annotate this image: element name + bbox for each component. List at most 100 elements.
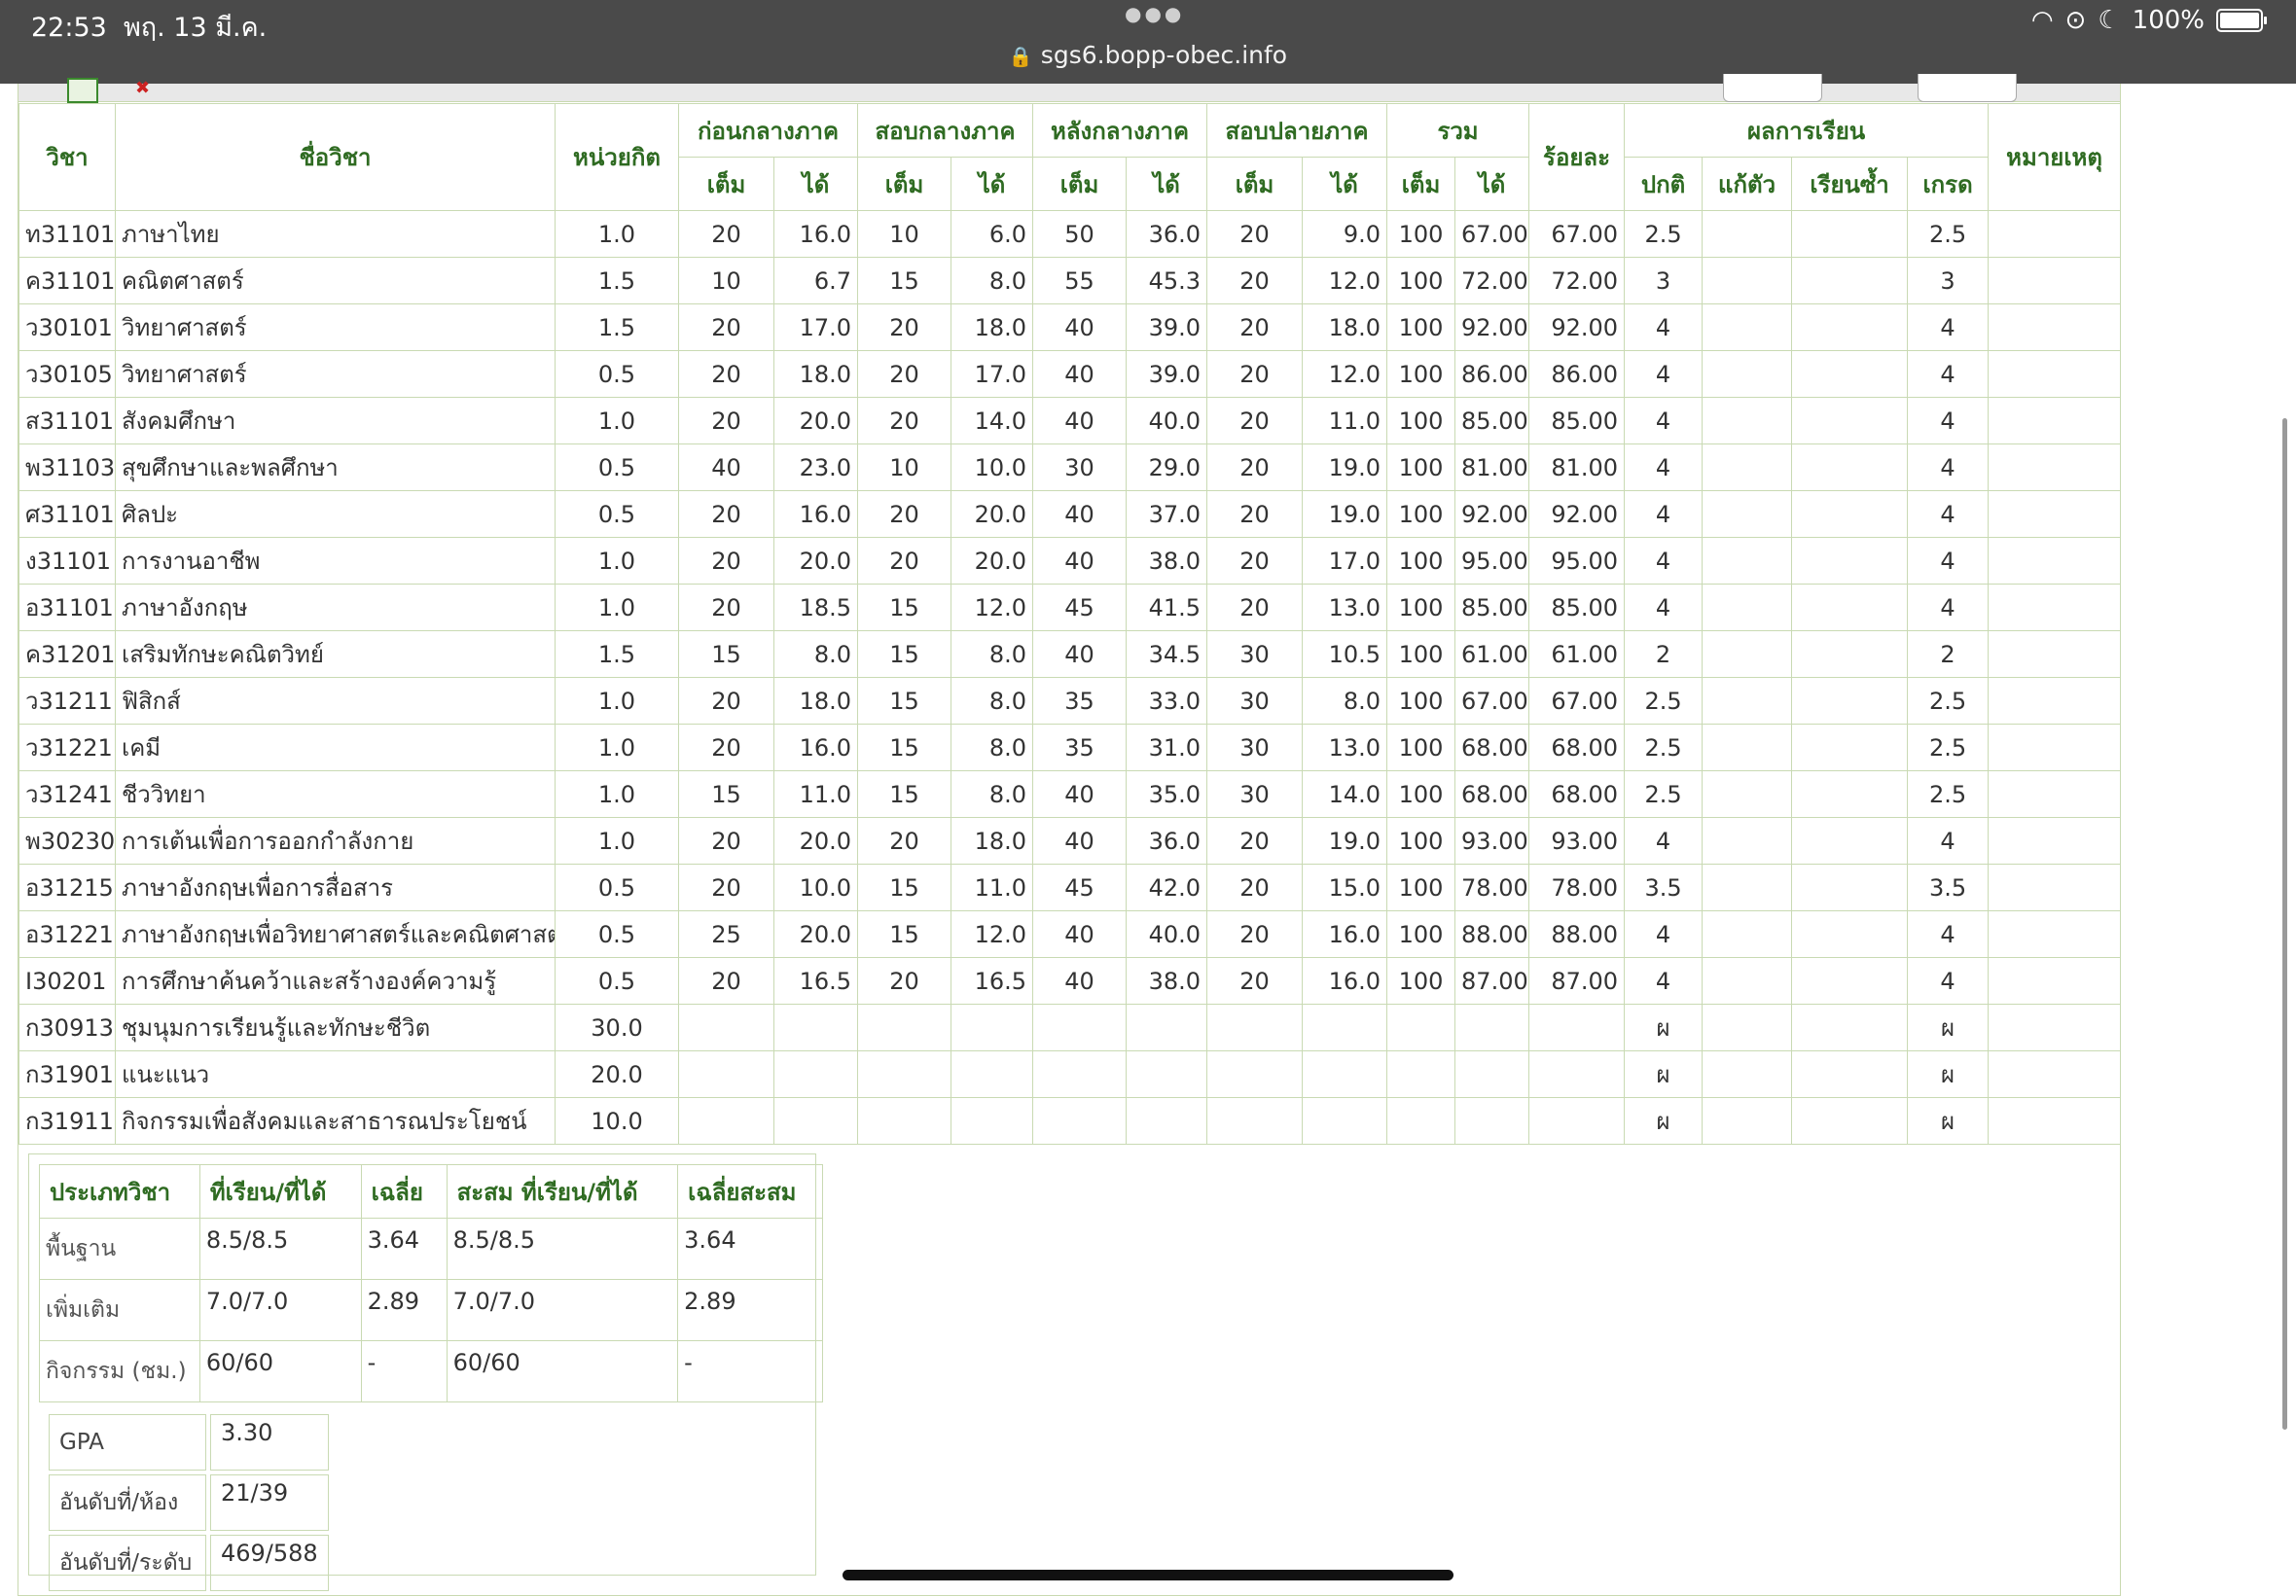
midterm-got-cell: 20.0	[951, 490, 1034, 538]
home-indicator[interactable]	[843, 1570, 1453, 1580]
credits-cell: 1.5	[555, 303, 679, 351]
result-fix-cell	[1702, 303, 1793, 351]
after-mid-full-cell: 40	[1032, 770, 1128, 818]
midterm-full-cell: 15	[857, 630, 952, 678]
table-row: I30201 การศึกษาค้นคว้าและสร้างองค์ความรู้…	[18, 957, 2122, 1005]
midterm-full-cell	[857, 1050, 952, 1098]
final-got-cell: 15.0	[1302, 864, 1388, 911]
summary-taken: 7.0/7.0	[198, 1279, 362, 1341]
result-repeat-cell	[1791, 350, 1909, 398]
header-percent: ร้อยละ	[1528, 103, 1626, 211]
result-normal-cell: 4	[1624, 350, 1704, 398]
result-repeat-cell	[1791, 724, 1909, 771]
after-mid-full-cell: 35	[1032, 724, 1128, 771]
subject-name-cell: ชีววิทยา	[115, 770, 556, 818]
subject-code-cell: ท31101	[18, 210, 116, 258]
result-normal-cell: 4	[1624, 817, 1704, 865]
remark-cell	[1988, 257, 2122, 304]
before-mid-full-cell: 20	[678, 303, 774, 351]
result-normal-cell: 4	[1624, 443, 1704, 491]
result-grade-cell: 4	[1907, 443, 1990, 491]
grades-body: ท31101 ภาษาไทย 1.0 20 16.0 10 6.0 50 36.0 20 9.0 10…	[18, 210, 2122, 1145]
page-number-input[interactable]	[1723, 74, 1822, 102]
result-repeat-cell	[1791, 397, 1909, 444]
total-got-cell: 67.00	[1454, 210, 1530, 258]
summary-average: 2.89	[360, 1279, 448, 1341]
gpa-value: 3.30	[210, 1414, 329, 1471]
before-mid-full-cell: 40	[678, 443, 774, 491]
midterm-full-cell	[857, 1097, 952, 1145]
subject-code-cell: ค31201	[18, 630, 116, 678]
total-got-cell: 61.00	[1454, 630, 1530, 678]
total-got-cell: 87.00	[1454, 957, 1530, 1005]
before-mid-got-cell: 23.0	[772, 443, 859, 491]
subject-name-cell: ภาษาไทย	[115, 210, 556, 258]
subject-code-cell: อ31215	[18, 864, 116, 911]
result-normal-cell: 4	[1624, 537, 1704, 585]
after-mid-got-cell: 41.5	[1126, 584, 1208, 631]
midterm-got-cell: 12.0	[951, 910, 1034, 958]
before-mid-got-cell	[772, 1004, 859, 1051]
subject-code-cell: I30201	[18, 957, 116, 1005]
orientation-lock-icon: ⊙	[2064, 6, 2087, 35]
before-mid-got-cell: 6.7	[772, 257, 859, 304]
page-scrollbar[interactable]	[2282, 418, 2287, 1430]
total-got-cell: 78.00	[1454, 864, 1530, 911]
final-full-cell: 20	[1206, 350, 1304, 398]
result-fix-cell	[1702, 257, 1793, 304]
header-fix: แก้ตัว	[1702, 157, 1793, 211]
before-mid-full-cell: 20	[678, 210, 774, 258]
summary-header-type: ประเภทวิชา	[39, 1164, 200, 1219]
before-mid-full-cell: 20	[678, 584, 774, 631]
remark-cell	[1988, 397, 2122, 444]
result-grade-cell: ผ	[1907, 1097, 1990, 1145]
after-mid-got-cell: 38.0	[1126, 957, 1208, 1005]
before-mid-got-cell: 10.0	[772, 864, 859, 911]
result-repeat-cell	[1791, 630, 1909, 678]
table-row: ค31201 เสริมทักษะคณิตวิทย์ 1.5 15 8.0 15 8.0 40…	[18, 630, 2122, 678]
status-date: พฤ. 13 มี.ค.	[123, 13, 268, 43]
table-row: อ31215 ภาษาอังกฤษเพื่อการสื่อสาร 0.5 20 10.0…	[18, 864, 2122, 911]
midterm-full-cell: 15	[857, 910, 952, 958]
pdf-export-icon[interactable]: ✖	[135, 78, 162, 99]
header-subject-name: ชื่อวิชา	[115, 103, 556, 211]
excel-export-icon[interactable]	[67, 78, 98, 103]
url-text: sgs6.bopp-obec.info	[1040, 41, 1288, 69]
grades-page: ✖ วิชา ชื่อวิชา หน่วยกิต ก่อนกลางภาค สอบ…	[18, 74, 2122, 1596]
table-row: ท31101 ภาษาไทย 1.0 20 16.0 10 6.0 50 36.0 20 9.0 10…	[18, 210, 2122, 258]
after-mid-got-cell: 36.0	[1126, 817, 1208, 865]
result-repeat-cell	[1791, 677, 1909, 725]
table-row: ง31101 การงานอาชีพ 1.0 20 20.0 20 20.0 40 38.0 20…	[18, 537, 2122, 585]
final-full-cell: 20	[1206, 910, 1304, 958]
remark-cell	[1988, 770, 2122, 818]
per-page-input[interactable]	[1918, 74, 2017, 102]
midterm-full-cell: 20	[857, 303, 952, 351]
result-grade-cell: 4	[1907, 584, 1990, 631]
subject-name-cell: การเต้นเพื่อการออกกำลังกาย	[115, 817, 556, 865]
address-bar[interactable]: 🔒 sgs6.bopp-obec.info	[0, 41, 2296, 69]
final-full-cell	[1206, 1050, 1304, 1098]
remark-cell	[1988, 1097, 2122, 1145]
total-got-cell: 92.00	[1454, 303, 1530, 351]
result-fix-cell	[1702, 443, 1793, 491]
result-fix-cell	[1702, 537, 1793, 585]
after-mid-full-cell: 40	[1032, 910, 1128, 958]
midterm-full-cell: 10	[857, 443, 952, 491]
multitasking-dots-icon[interactable]: ●●●	[1125, 2, 1184, 25]
subject-name-cell: แนะแนว	[115, 1050, 556, 1098]
credits-cell: 1.0	[555, 724, 679, 771]
midterm-got-cell: 18.0	[951, 817, 1034, 865]
final-full-cell: 20	[1206, 210, 1304, 258]
midterm-full-cell: 20	[857, 490, 952, 538]
midterm-got-cell: 8.0	[951, 770, 1034, 818]
result-normal-cell: 4	[1624, 910, 1704, 958]
total-full-cell: 100	[1386, 210, 1456, 258]
credits-cell: 30.0	[555, 1004, 679, 1051]
summary-cumulative: 60/60	[446, 1340, 679, 1402]
after-mid-got-cell: 39.0	[1126, 303, 1208, 351]
before-mid-got-cell: 18.0	[772, 677, 859, 725]
total-full-cell: 100	[1386, 303, 1456, 351]
final-got-cell: 11.0	[1302, 397, 1388, 444]
final-full-cell: 20	[1206, 257, 1304, 304]
total-full-cell: 100	[1386, 957, 1456, 1005]
